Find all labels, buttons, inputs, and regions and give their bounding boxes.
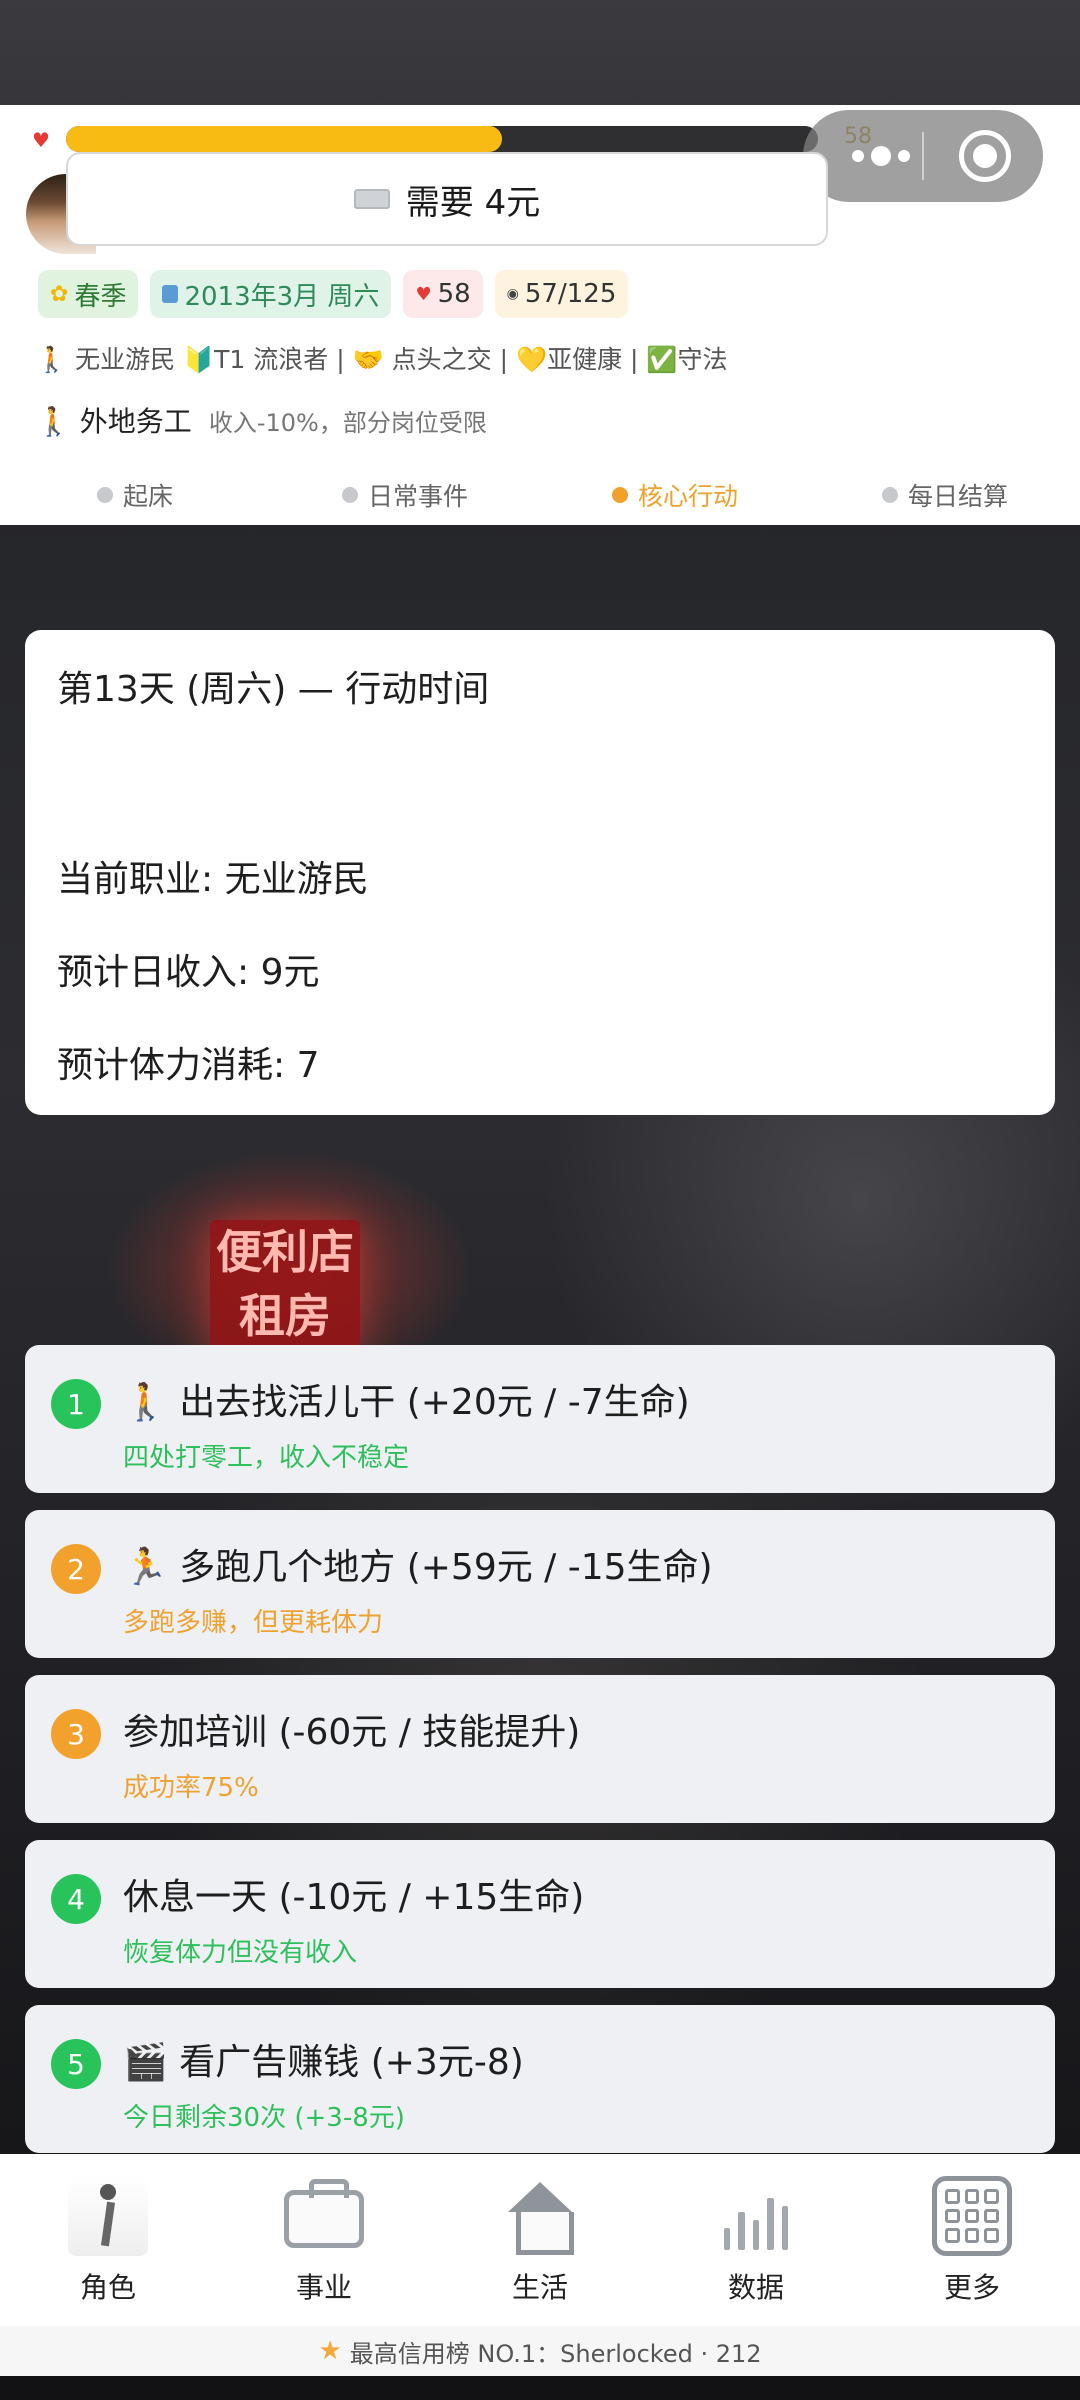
status-description: 收入-10%，部分岗位受限 <box>208 409 487 437</box>
money-icon <box>353 189 390 209</box>
phase-core-action: 核心行动 <box>540 470 810 520</box>
action-option-4[interactable]: 4 休息一天 (-10元 / +15生命) 恢复体力但没有收入 <box>25 1840 1055 1988</box>
action-option-5[interactable]: 5 🎬 看广告赚钱 (+3元-8) 今日剩余30次 (+3-8元) <box>25 2005 1055 2153</box>
walking-person-icon <box>68 2176 148 2256</box>
phase-daily-settlement: 每日结算 <box>810 470 1080 520</box>
option-number-badge: 4 <box>51 1874 101 1924</box>
hp-bar <box>66 126 818 152</box>
action-subtitle: 四处打零工，收入不稳定 <box>123 1443 410 1473</box>
phase-daily-event: 日常事件 <box>270 470 540 520</box>
experience-badge: ◉ 57/125 <box>494 270 629 318</box>
action-option-1[interactable]: 1 🚶 出去找活儿干 (+20元 / -7生命) 四处打零工，收入不稳定 <box>25 1345 1055 1493</box>
action-title: 🚶 出去找活儿干 (+20元 / -7生命) <box>123 1382 690 1423</box>
current-status: 🚶 外地务工 收入-10%，部分岗位受限 <box>36 400 487 440</box>
option-number-badge: 2 <box>51 1544 101 1594</box>
action-subtitle: 恢复体力但没有收入 <box>123 1938 358 1968</box>
option-number-badge: 3 <box>51 1709 101 1759</box>
tab-more[interactable]: 更多 <box>864 2154 1080 2326</box>
miniapp-capsule[interactable] <box>803 110 1043 202</box>
background-shop-sign: 便利店 租房 <box>210 1220 360 1360</box>
need-money-tooltip: 需要 4元 <box>66 152 828 246</box>
action-title: 休息一天 (-10元 / +15生命) <box>123 1877 585 1918</box>
current-occupation: 当前职业: 无业游民 <box>57 859 369 900</box>
character-tags: 🚶 无业游民 🔰T1 流浪者 | 🤝 点头之交 | 💛亚健康 | ✅守法 <box>36 345 728 374</box>
option-number-badge: 1 <box>51 1379 101 1429</box>
expected-income: 预计日收入: 9元 <box>57 952 320 993</box>
expected-stamina-cost: 预计体力消耗: 7 <box>57 1045 320 1086</box>
action-subtitle: 今日剩余30次 (+3-8元) <box>123 2103 405 2133</box>
phase-dot-icon <box>881 487 898 503</box>
sunflower-icon: ✿ <box>50 281 69 307</box>
day-title: 第13天 (周六) — 行动时间 <box>57 669 490 710</box>
capsule-divider <box>922 132 924 180</box>
tab-role[interactable]: 角色 <box>0 2154 216 2326</box>
action-title: 参加培训 (-60元 / 技能提升) <box>123 1712 581 1753</box>
coin-icon: ◉ <box>506 286 519 302</box>
tab-data[interactable]: 数据 <box>648 2154 864 2326</box>
action-title: 🏃 多跑几个地方 (+59元 / -15生命) <box>123 1547 713 1588</box>
heart-icon: ♥ <box>415 283 432 305</box>
hp-bar-fill <box>66 126 503 152</box>
day-info-card: 第13天 (周六) — 行动时间 当前职业: 无业游民 预计日收入: 9元 预计… <box>25 630 1055 1115</box>
grid-icon <box>932 2176 1012 2256</box>
action-option-3[interactable]: 3 参加培训 (-60元 / 技能提升) 成功率75% <box>25 1675 1055 1823</box>
house-icon <box>500 2176 580 2256</box>
heart-icon: ♥ <box>32 128 50 152</box>
status-title: 🚶 外地务工 <box>36 405 192 438</box>
calendar-icon <box>162 285 179 303</box>
credit-leaderboard-footer[interactable]: ★ 最高信用榜 NO.1：Sherlocked · 212 <box>0 2326 1080 2376</box>
date-badge: 2013年3月 周六 <box>150 270 392 318</box>
phase-dot-icon <box>341 487 358 503</box>
more-options-icon[interactable] <box>833 110 929 202</box>
tab-life[interactable]: 生活 <box>432 2154 648 2326</box>
bar-chart-icon <box>716 2176 796 2256</box>
status-chips: ✿ 春季 2013年3月 周六 ♥ 58 ◉ 57/125 <box>38 270 629 318</box>
action-subtitle: 成功率75% <box>123 1773 259 1803</box>
action-option-2[interactable]: 2 🏃 多跑几个地方 (+59元 / -15生命) 多跑多赚，但更耗体力 <box>25 1510 1055 1658</box>
bottom-tab-bar: 角色 事业 生活 数据 更多 <box>0 2154 1080 2326</box>
need-money-text: 需要 4元 <box>405 182 541 223</box>
phase-wake-up: 起床 <box>0 470 270 520</box>
action-title: 🎬 看广告赚钱 (+3元-8) <box>123 2042 524 2083</box>
option-number-badge: 5 <box>51 2039 101 2089</box>
season-badge: ✿ 春季 <box>38 270 139 318</box>
day-phase-steps: 起床 日常事件 核心行动 每日结算 <box>0 470 1080 520</box>
briefcase-icon <box>284 2179 364 2248</box>
health-badge: ♥ 58 <box>403 270 483 318</box>
star-icon: ★ <box>318 2336 342 2366</box>
close-miniapp-icon[interactable] <box>959 130 1011 182</box>
phase-dot-icon <box>96 487 113 503</box>
leaderboard-text: 最高信用榜 NO.1：Sherlocked · 212 <box>349 2339 762 2368</box>
phase-dot-icon <box>611 487 628 503</box>
action-subtitle: 多跑多赚，但更耗体力 <box>123 1608 384 1638</box>
tab-career[interactable]: 事业 <box>216 2154 432 2326</box>
